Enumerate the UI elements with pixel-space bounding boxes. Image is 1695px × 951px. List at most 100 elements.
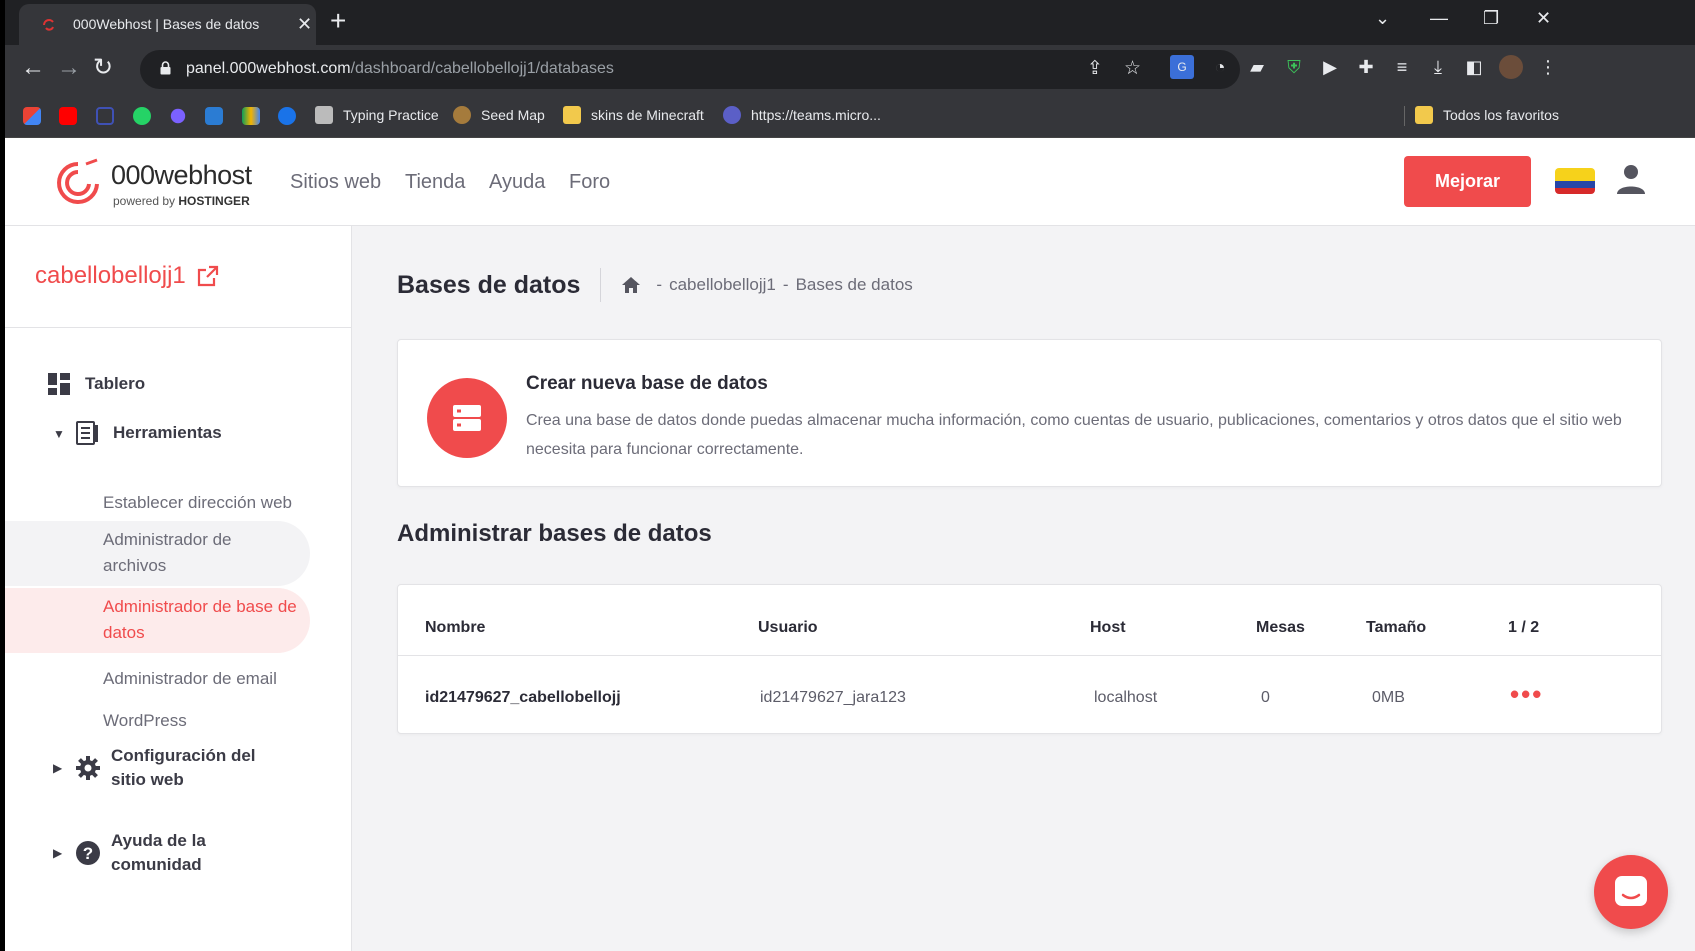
pagination-indicator: 1 / 2 (1508, 619, 1540, 636)
main-content: Bases de datos - cabellobellojj1 - Bases… (392, 226, 1662, 951)
user-account-icon[interactable] (1616, 163, 1646, 195)
create-database-title: Crear nueva base de datos (526, 373, 768, 394)
whatsapp-icon[interactable] (133, 107, 151, 125)
reload-button[interactable]: ↻ (93, 55, 113, 81)
chevron-right-icon[interactable]: ▶ (53, 761, 67, 775)
upgrade-button[interactable]: Mejorar (1404, 156, 1531, 207)
bookmark-app-icon[interactable] (96, 107, 114, 125)
bookmark-all-favorites[interactable]: Todos los favoritos (1415, 104, 1559, 126)
logo-tagline: powered by HOSTINGER (113, 194, 250, 208)
logo-name: 000webhost (111, 160, 252, 190)
page-header: Bases de datos - cabellobellojj1 - Bases… (397, 268, 913, 302)
site-header: 000webhost powered by HOSTINGER Sitios w… (5, 138, 1695, 226)
breadcrumb-site[interactable]: cabellobellojj1 (669, 275, 776, 295)
sidebar-item-ayuda-comunidad[interactable]: ? Ayuda de la comunidad (75, 829, 241, 877)
cell-nombre: id21479627_cabellobellojj (425, 689, 621, 706)
sidebar: cabellobellojj1 Tablero ▼ Herramientas E… (5, 226, 352, 951)
bookmark-typing-practice[interactable]: Typing Practice (315, 104, 439, 126)
side-panel-icon[interactable]: ◧ (1462, 55, 1486, 79)
youtube-icon[interactable] (59, 107, 77, 125)
sidebar-item-administrador-email[interactable]: Administrador de email (5, 666, 310, 692)
restore-button[interactable]: ❐ (1483, 8, 1499, 28)
extension-camera-icon[interactable]: ▰ (1245, 55, 1269, 79)
nav-sitios-web[interactable]: Sitios web (290, 171, 381, 194)
bookmark-skins-minecraft[interactable]: skins de Minecraft (563, 104, 704, 126)
sidebar-item-administrador-base-datos[interactable]: Administrador de base de datos (5, 588, 310, 653)
create-database-card[interactable]: Crear nueva base de datos Crea una base … (397, 339, 1662, 487)
tools-list-icon (76, 421, 98, 445)
back-button[interactable]: ← (21, 55, 45, 81)
reading-list-icon[interactable]: ≡ (1390, 55, 1414, 79)
sharepoint-icon[interactable] (205, 107, 223, 125)
extension-shield-icon[interactable]: ⛨ (1282, 55, 1306, 79)
logo-swirl-icon (57, 158, 99, 204)
bookmark-star-icon[interactable]: ☆ (1124, 59, 1141, 79)
close-window-button[interactable]: ✕ (1536, 8, 1551, 28)
new-tab-button[interactable]: + (330, 6, 346, 36)
profile-avatar[interactable] (1499, 55, 1523, 79)
bookmark-seed-map[interactable]: Seed Map (453, 104, 545, 126)
forward-button[interactable]: → (57, 55, 81, 81)
nav-tienda[interactable]: Tienda (405, 171, 465, 194)
column-header-tamano: Tamaño (1366, 619, 1427, 636)
share-icon[interactable]: ⇪ (1087, 59, 1103, 79)
chat-icon (1615, 876, 1647, 906)
column-header-mesas: Mesas (1256, 619, 1305, 636)
sidebar-site-link[interactable]: cabellobellojj1 (35, 262, 220, 290)
row-actions-more-icon[interactable]: ••• (1510, 681, 1543, 707)
sidebar-item-herramientas[interactable]: Herramientas (75, 418, 222, 448)
language-flag-icon[interactable] (1555, 168, 1595, 194)
sidebar-item-tablero[interactable]: Tablero (47, 369, 145, 399)
address-bar[interactable]: panel.000webhost.com/dashboard/cabellobe… (140, 50, 1240, 89)
gmail-icon[interactable] (23, 107, 41, 125)
sidebar-item-establecer-direccion[interactable]: Establecer dirección web (5, 490, 310, 516)
external-link-icon (197, 265, 218, 287)
breadcrumb-current: Bases de datos (795, 275, 913, 294)
breadcrumb: - cabellobellojj1 - Bases de datos (621, 275, 913, 295)
onedrive-icon[interactable] (278, 107, 296, 125)
tab-search-icon[interactable]: ⌄ (1375, 8, 1390, 28)
lock-icon (160, 61, 171, 75)
column-header-usuario: Usuario (758, 619, 818, 636)
cell-tamano: 0MB (1372, 689, 1405, 706)
home-icon[interactable] (621, 276, 641, 294)
cell-mesas: 0 (1261, 689, 1270, 706)
browser-menu-icon[interactable]: ⋮ (1536, 55, 1560, 79)
sidebar-divider (5, 327, 352, 328)
bookmarks-bar: Typing Practice Seed Map skins de Minecr… (5, 94, 1695, 138)
nav-ayuda[interactable]: Ayuda (489, 171, 545, 194)
tab-close-icon[interactable]: ✕ (297, 14, 312, 34)
url-text: panel.000webhost.com/dashboard/cabellobe… (186, 60, 614, 77)
table-header-divider (398, 655, 1661, 656)
cell-usuario: id21479627_jara123 (760, 689, 906, 706)
dashboard-icon (48, 373, 70, 395)
drive-icon[interactable] (242, 107, 260, 125)
bookmark-teams[interactable]: https://teams.micro... (723, 104, 881, 126)
translate-extension-icon[interactable]: G (1170, 55, 1194, 79)
column-header-host: Host (1090, 619, 1126, 636)
databases-table: Nombre Usuario Host Mesas Tamaño 1 / 2 i… (397, 584, 1662, 734)
cell-host: localhost (1094, 689, 1158, 706)
gemini-icon[interactable] (170, 108, 186, 124)
web-page: 000webhost powered by HOSTINGER Sitios w… (5, 138, 1695, 951)
sidebar-item-configuracion[interactable]: Configuración del sitio web (75, 744, 281, 792)
chevron-down-icon[interactable]: ▼ (53, 427, 67, 441)
screen: 000Webhost | Bases de datos ✕ + ⌄ — ❐ ✕ … (0, 0, 1695, 951)
chat-support-button[interactable] (1594, 855, 1668, 929)
browser-tab[interactable]: 000Webhost | Bases de datos ✕ (19, 4, 316, 45)
column-header-nombre: Nombre (425, 619, 486, 636)
extension-play-icon[interactable]: ▶ (1318, 55, 1342, 79)
minimize-button[interactable]: — (1430, 8, 1448, 28)
download-icon[interactable]: ⤓ (1426, 55, 1450, 79)
chevron-right-icon[interactable]: ▶ (53, 846, 67, 860)
database-icon (427, 378, 507, 458)
site-name: cabellobellojj1 (35, 262, 186, 289)
bookmarks-divider (1404, 106, 1405, 126)
nav-foro[interactable]: Foro (569, 171, 610, 194)
gear-icon (76, 756, 100, 780)
sidebar-item-administrador-archivos[interactable]: Administrador de archivos (5, 521, 310, 586)
sidebar-item-wordpress[interactable]: WordPress (5, 708, 310, 734)
extension-gauge-icon[interactable]: ◔ (1208, 55, 1232, 79)
extensions-puzzle-icon[interactable]: ✚ (1354, 55, 1378, 79)
header-divider (600, 268, 602, 302)
